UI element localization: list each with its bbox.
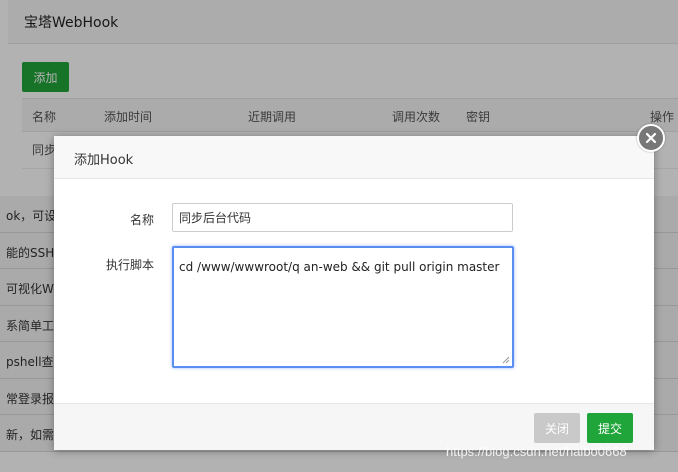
script-text: cd /www/wwwroot/q an-web && git pull ori… <box>179 260 500 274</box>
x-icon <box>645 132 657 144</box>
name-label: 名称 <box>129 213 154 227</box>
dialog-header: 添加Hook <box>54 136 654 179</box>
dialog-title: 添加Hook <box>74 153 134 168</box>
name-input[interactable] <box>172 203 513 232</box>
close-icon[interactable] <box>637 124 665 152</box>
script-label: 执行脚本 <box>105 258 154 272</box>
dialog-footer: 关闭 提交 <box>54 403 654 450</box>
add-hook-dialog: 添加Hook 名称 执行脚本 cd /www/wwwroot/q an-web … <box>54 136 654 450</box>
submit-button[interactable]: 提交 <box>587 413 633 443</box>
watermark: https://blog.csdn.net/haibo0668 <box>446 444 627 459</box>
resize-grip-icon[interactable] <box>502 356 510 364</box>
close-button[interactable]: 关闭 <box>534 413 580 443</box>
script-textarea[interactable]: cd /www/wwwroot/q an-web && git pull ori… <box>172 246 514 368</box>
